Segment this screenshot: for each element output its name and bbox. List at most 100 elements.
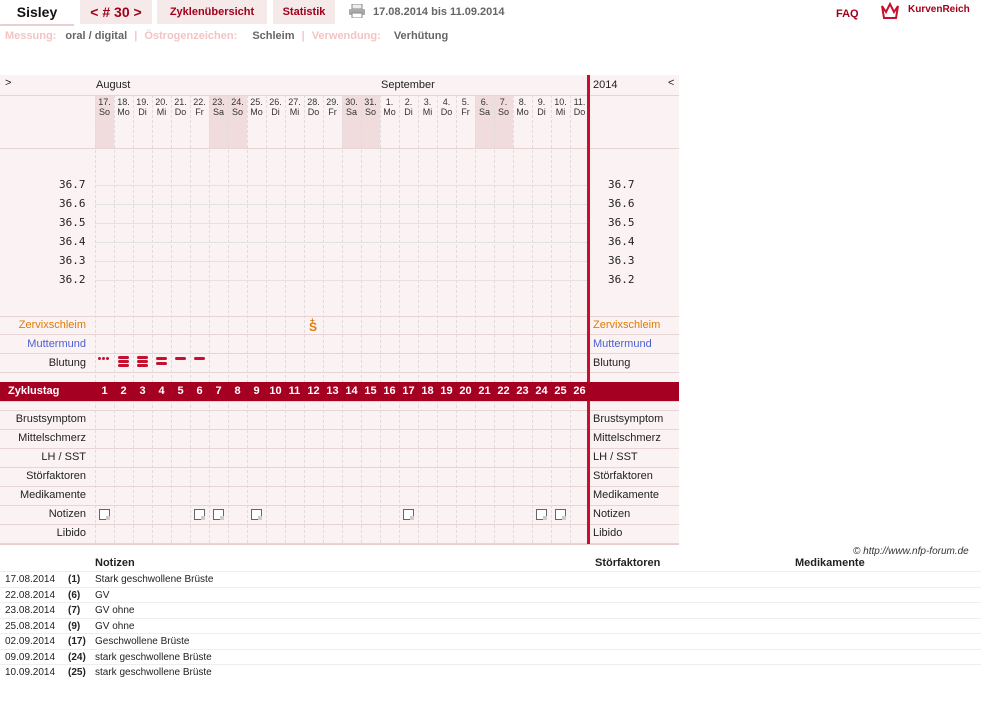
medikamente-header: Medikamente — [795, 557, 865, 569]
oestrogen-value: Schleim — [252, 30, 295, 42]
verwendung-value: Verhütung — [393, 30, 449, 42]
note-date: 10.09.2014 — [5, 667, 56, 678]
grid-row-line — [0, 543, 679, 544]
grid-column-line — [152, 95, 153, 543]
note-date: 02.09.2014 — [5, 636, 56, 647]
cycle-day-number: 14 — [345, 385, 358, 397]
grid-row-line — [0, 505, 679, 506]
day-header: 24. So — [228, 97, 247, 117]
grid-column-line — [513, 95, 514, 543]
note-date: 17.08.2014 — [5, 574, 56, 585]
faq-link[interactable]: FAQ — [836, 8, 859, 20]
cycle-day-number: 8 — [234, 385, 241, 397]
cycle-day-number: 21 — [478, 385, 491, 397]
bleeding-dot — [98, 357, 101, 360]
kurvenreich-logo-icon[interactable] — [880, 1, 900, 20]
cycle-day-number: 17 — [402, 385, 415, 397]
notes-table-row: 25.08.2014 (9) GV ohne — [0, 617, 981, 634]
day-header: 10. Mi — [551, 97, 570, 117]
grid-column-line — [342, 95, 343, 543]
note-icon[interactable] — [194, 509, 205, 520]
notes-table-row: 02.09.2014 (17) Geschwollene Brüste — [0, 633, 981, 649]
row-label-libido: Libido — [56, 527, 86, 539]
date-range: 17.08.2014 bis 11.09.2014 — [373, 6, 505, 18]
scroll-left-arrow[interactable]: > — [5, 77, 11, 89]
weekday: Do — [440, 107, 453, 117]
note-text: Geschwollene Brüste — [95, 636, 190, 647]
weekday: Do — [307, 107, 320, 117]
temperature-label-right: 36.3 — [608, 254, 635, 267]
tab-zyklenuebersicht[interactable]: Zyklenübersicht — [157, 0, 267, 24]
temperature-label-right: 36.6 — [608, 197, 635, 210]
temperature-label-left: 36.4 — [59, 235, 86, 248]
day-number: 24. — [231, 97, 244, 107]
note-text: Stark geschwollene Brüste — [95, 574, 214, 585]
weekday: Di — [138, 107, 147, 117]
note-icon[interactable] — [213, 509, 224, 520]
row-label-right-brust: Brustsymptom — [593, 413, 664, 425]
day-header: 25. Mo — [247, 97, 266, 117]
day-header: 23. Sa — [209, 97, 228, 117]
note-icon[interactable] — [99, 509, 110, 520]
day-number: 22. — [193, 97, 206, 107]
note-cycle-day: (9) — [68, 620, 81, 632]
grid-column-line — [171, 95, 172, 543]
day-header: 19. Di — [133, 97, 152, 117]
grid-column-line — [475, 95, 476, 543]
weekday: Mi — [289, 107, 300, 117]
day-header: 29. Fr — [323, 97, 342, 117]
brand-name[interactable]: KurvenReich — [908, 4, 970, 15]
cycle-day-number: 5 — [177, 385, 184, 397]
grid-column-line — [209, 95, 210, 543]
day-header: 17. So — [95, 97, 114, 117]
scroll-right-arrow[interactable]: < — [668, 77, 674, 89]
weekday: Di — [537, 107, 546, 117]
note-icon[interactable] — [403, 509, 414, 520]
row-label-stoer: Störfaktoren — [26, 470, 86, 482]
grid-column-line — [114, 95, 115, 543]
row-label-right-zervix: Zervixschleim — [593, 319, 661, 331]
grid-row-line — [0, 448, 679, 449]
cycle-day-number: 26 — [573, 385, 586, 397]
temperature-label-left: 36.5 — [59, 216, 86, 229]
grid-column-line — [266, 95, 267, 543]
row-label-zervix: Zervixschleim — [18, 319, 86, 331]
note-icon[interactable] — [555, 509, 566, 520]
row-label-right-blutung: Blutung — [593, 357, 631, 369]
bleeding-bar — [118, 360, 129, 363]
note-cycle-day: (7) — [68, 605, 81, 616]
grid-column-line — [133, 95, 134, 543]
bleeding-bar — [137, 360, 148, 363]
day-number: 20. — [155, 97, 168, 107]
day-header: 30. Sa — [342, 97, 361, 117]
weekday: So — [98, 107, 110, 117]
grid-row-line — [0, 524, 679, 525]
row-label-blutung: Blutung — [48, 357, 86, 369]
top-bar: Sisley < # 30 > Zyklenübersicht Statisti… — [0, 0, 981, 26]
bleeding-bar — [137, 364, 148, 367]
day-header: 22. Fr — [190, 97, 209, 117]
weekday: Mi — [422, 107, 433, 117]
weekday: Mo — [250, 107, 263, 117]
cycle-nav-tab[interactable]: < # 30 > — [80, 0, 152, 24]
temperature-label-left: 36.3 — [59, 254, 86, 267]
tab-statistik[interactable]: Statistik — [273, 0, 335, 24]
grid-column-line — [399, 95, 400, 543]
day-header: 9. Di — [532, 97, 551, 117]
grid-column-line — [380, 95, 381, 543]
day-number: 3. — [423, 97, 432, 107]
bleeding-bar — [137, 356, 148, 359]
temperature-label-left: 36.6 — [59, 197, 86, 210]
day-header: 3. Mi — [418, 97, 437, 117]
row-label-brust: Brustsymptom — [15, 413, 86, 425]
note-cycle-day: (24) — [68, 651, 86, 663]
printer-icon[interactable] — [349, 3, 365, 19]
day-header: 8. Mo — [513, 97, 532, 117]
note-icon[interactable] — [536, 509, 547, 520]
user-name-tab[interactable]: Sisley — [0, 0, 74, 26]
note-icon[interactable] — [251, 509, 262, 520]
grid-column-line — [551, 95, 552, 543]
weekday: So — [231, 107, 243, 117]
cycle-day-number: 25 — [554, 385, 567, 397]
notes-table-row: 22.08.2014 (6) GV — [0, 586, 981, 603]
